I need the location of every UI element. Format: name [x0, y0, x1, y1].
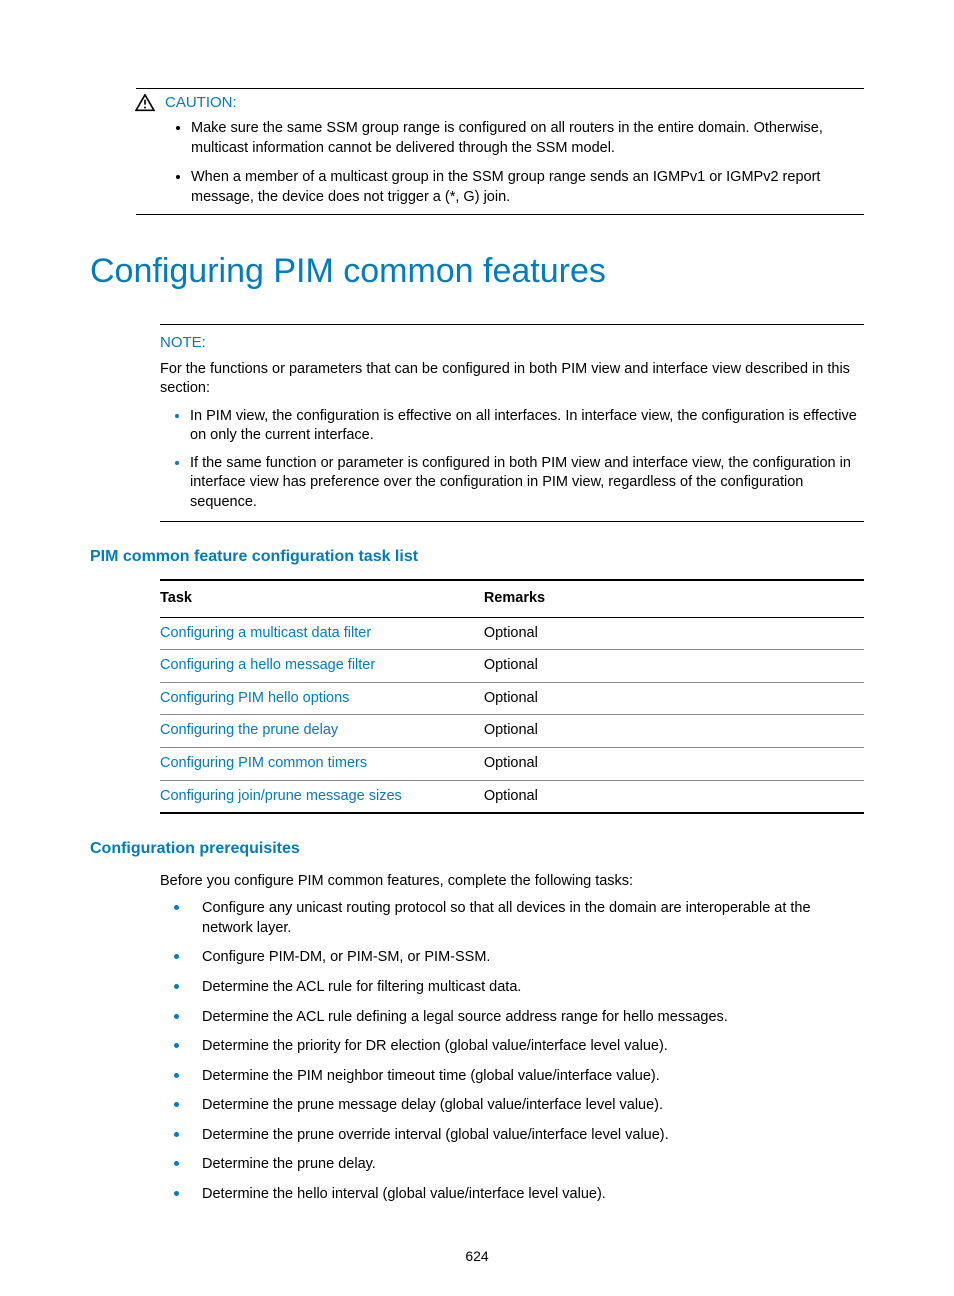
caution-label: CAUTION:	[165, 93, 237, 113]
list-item: Make sure the same SSM group range is co…	[191, 119, 864, 158]
list-item: Determine the prune override interval (g…	[160, 1126, 864, 1146]
table-row: Configuring PIM hello options Optional	[160, 682, 864, 715]
task-remarks: Optional	[484, 650, 864, 683]
table-header-task: Task	[160, 580, 484, 617]
table-row: Configuring join/prune message sizes Opt…	[160, 780, 864, 813]
caution-header: CAUTION:	[136, 93, 864, 113]
note-label: NOTE:	[160, 333, 864, 353]
list-item: In PIM view, the configuration is effect…	[190, 407, 864, 446]
warning-triangle-icon	[135, 94, 155, 112]
task-table: Task Remarks Configuring a multicast dat…	[160, 579, 864, 814]
note-list: In PIM view, the configuration is effect…	[160, 407, 864, 513]
task-link[interactable]: Configuring a multicast data filter	[160, 625, 371, 641]
task-link[interactable]: Configuring join/prune message sizes	[160, 788, 402, 804]
task-remarks: Optional	[484, 617, 864, 650]
list-item: Determine the priority for DR election (…	[160, 1037, 864, 1057]
page-title: Configuring PIM common features	[90, 249, 864, 295]
task-remarks: Optional	[484, 682, 864, 715]
table-row: Configuring PIM common timers Optional	[160, 747, 864, 780]
table-row: Configuring a hello message filter Optio…	[160, 650, 864, 683]
task-link[interactable]: Configuring the prune delay	[160, 722, 338, 738]
table-row: Configuring a multicast data filter Opti…	[160, 617, 864, 650]
list-item: Determine the PIM neighbor timeout time …	[160, 1067, 864, 1087]
page-number: 624	[0, 1247, 954, 1266]
note-box: NOTE: For the functions or parameters th…	[160, 324, 864, 521]
table-header-remarks: Remarks	[484, 580, 864, 617]
task-list-heading: PIM common feature configuration task li…	[90, 546, 864, 568]
list-item: Determine the prune delay.	[160, 1155, 864, 1175]
task-remarks: Optional	[484, 715, 864, 748]
task-link[interactable]: Configuring PIM common timers	[160, 755, 367, 771]
list-item: Determine the prune message delay (globa…	[160, 1096, 864, 1116]
task-remarks: Optional	[484, 747, 864, 780]
list-item: Determine the hello interval (global val…	[160, 1185, 864, 1205]
task-link[interactable]: Configuring PIM hello options	[160, 690, 349, 706]
task-remarks: Optional	[484, 780, 864, 813]
list-item: If the same function or parameter is con…	[190, 454, 864, 513]
prereq-list: Configure any unicast routing protocol s…	[160, 899, 864, 1204]
list-item: Determine the ACL rule defining a legal …	[160, 1008, 864, 1028]
prereq-heading: Configuration prerequisites	[90, 838, 864, 860]
task-link[interactable]: Configuring a hello message filter	[160, 657, 375, 673]
list-item: Configure PIM-DM, or PIM-SM, or PIM-SSM.	[160, 948, 864, 968]
list-item: Configure any unicast routing protocol s…	[160, 899, 864, 938]
note-intro: For the functions or parameters that can…	[160, 360, 864, 399]
table-row: Configuring the prune delay Optional	[160, 715, 864, 748]
list-item: When a member of a multicast group in th…	[191, 168, 864, 207]
list-item: Determine the ACL rule for filtering mul…	[160, 978, 864, 998]
caution-list: Make sure the same SSM group range is co…	[136, 119, 864, 207]
prereq-intro: Before you configure PIM common features…	[160, 872, 864, 892]
page: CAUTION: Make sure the same SSM group ra…	[0, 0, 954, 1296]
caution-box: CAUTION: Make sure the same SSM group ra…	[136, 88, 864, 215]
